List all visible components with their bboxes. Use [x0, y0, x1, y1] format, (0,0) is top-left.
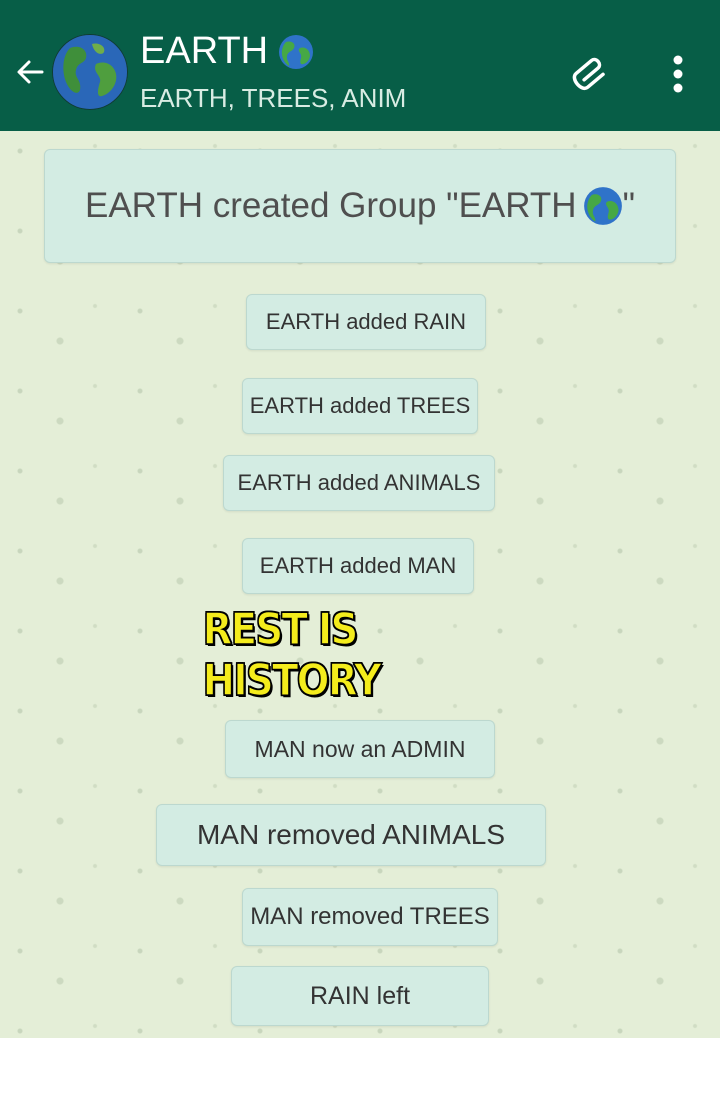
- group-title: EARTH: [140, 30, 269, 72]
- system-message-group-created: EARTH created Group "EARTH ": [44, 149, 676, 263]
- system-message: EARTH added RAIN: [246, 294, 486, 350]
- system-message: EARTH added ANIMALS: [223, 455, 495, 511]
- system-message: RAIN left: [231, 966, 489, 1026]
- blank-footer: [0, 1038, 720, 1108]
- chat-header: EARTH EARTH, TREES, ANIM: [0, 0, 720, 131]
- globe-emoji-icon: [279, 34, 314, 69]
- paperclip-icon[interactable]: [566, 52, 616, 96]
- group-members: EARTH, TREES, ANIM: [140, 83, 407, 113]
- back-arrow-icon[interactable]: [12, 54, 48, 90]
- system-message-text: EARTH added RAIN: [265, 309, 467, 334]
- group-avatar[interactable]: [52, 34, 128, 110]
- system-message-text: EARTH added TREES: [249, 393, 471, 418]
- system-message: MAN removed TREES: [242, 888, 498, 946]
- more-vertical-icon[interactable]: [664, 52, 692, 96]
- system-message-text: EARTH added MAN: [259, 553, 457, 578]
- system-message: EARTH added MAN: [242, 538, 474, 594]
- chat-title-block[interactable]: EARTH EARTH, TREES, ANIM: [140, 30, 406, 114]
- system-message-text: RAIN left: [309, 981, 411, 1010]
- globe-icon: [52, 34, 128, 110]
- system-message-text: MAN removed ANIMALS: [196, 819, 506, 850]
- system-message: MAN removed ANIMALS: [156, 804, 546, 866]
- system-message-text: EARTH created Group "EARTH: [84, 186, 577, 225]
- system-message: EARTH added TREES: [242, 378, 478, 434]
- system-message-quote-end: ": [622, 186, 636, 225]
- overlay-caption: REST IS HISTORY: [202, 603, 383, 707]
- system-message-text: MAN now an ADMIN: [254, 735, 466, 762]
- system-message: MAN now an ADMIN: [225, 720, 495, 778]
- globe-emoji-icon: [583, 187, 622, 225]
- system-message-text: EARTH added ANIMALS: [237, 470, 481, 495]
- system-message-text: MAN removed TREES: [250, 903, 490, 930]
